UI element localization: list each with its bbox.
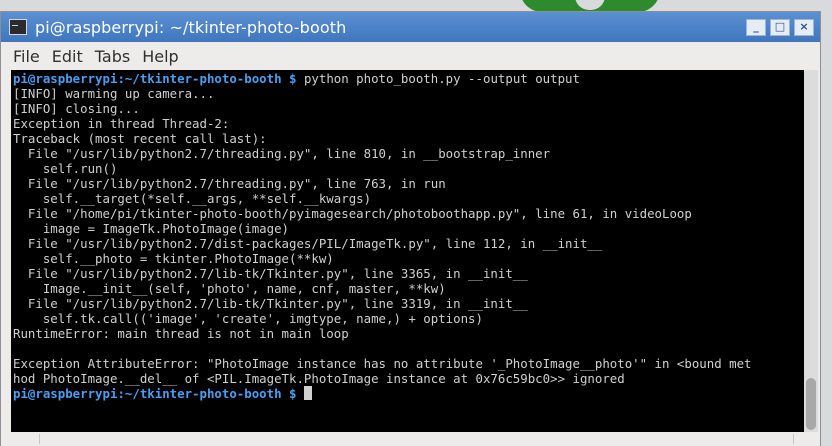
- prompt-user: pi@raspberrypi: [13, 71, 118, 86]
- terminal-line: File "/usr/lib/python2.7/threading.py", …: [13, 146, 551, 161]
- terminal-line: Exception AttributeError: "PhotoImage in…: [13, 356, 752, 371]
- prompt-line-current: pi@raspberrypi:~/tkinter-photo-booth $: [13, 386, 804, 401]
- terminal-line: image = ImageTk.PhotoImage(image): [13, 221, 290, 236]
- terminal-line: Traceback (most recent call last):: [13, 131, 267, 146]
- terminal-line: Exception in thread Thread-2:: [13, 116, 230, 131]
- terminal-line: self.run(): [13, 161, 118, 176]
- terminal-line: File "/usr/lib/python2.7/dist-packages/P…: [13, 236, 603, 251]
- window-controls: _ □ ×: [746, 19, 814, 36]
- terminal-window: pi@raspberrypi: ~/tkinter-photo-booth _ …: [0, 11, 821, 446]
- terminal-line: RuntimeError: main thread is not in main…: [13, 326, 349, 341]
- terminal-line: self.__target(*self.__args, **self.__kwa…: [13, 191, 372, 206]
- menu-bar: File Edit Tabs Help: [1, 42, 820, 70]
- terminal-line: File "/usr/lib/python2.7/lib-tk/Tkinter.…: [13, 266, 528, 281]
- terminal-line: [INFO] warming up camera...: [13, 86, 215, 101]
- prompt-line: pi@raspberrypi:~/tkinter-photo-booth $ p…: [13, 71, 804, 86]
- output-lines: [INFO] warming up camera... [INFO] closin…: [13, 86, 804, 386]
- window-bottom-frame: [1, 432, 820, 446]
- menu-tabs[interactable]: Tabs: [89, 47, 136, 66]
- menu-file[interactable]: File: [7, 47, 46, 66]
- minimize-button[interactable]: _: [746, 19, 766, 36]
- terminal-line: File "/home/pi/tkinter-photo-booth/pyima…: [13, 206, 692, 221]
- terminal-line: Image.__init__(self, 'photo', name, cnf,…: [13, 281, 446, 296]
- prompt-path: :~/tkinter-photo-booth $: [117, 71, 297, 86]
- terminal-line: self.tk.call(('image', 'create', imgtype…: [13, 311, 483, 326]
- terminal-icon: [9, 19, 27, 35]
- maximize-button[interactable]: □: [770, 19, 790, 36]
- prompt-path: :~/tkinter-photo-booth $: [117, 386, 297, 401]
- terminal-line: File "/usr/lib/python2.7/threading.py", …: [13, 176, 446, 191]
- prompt-user: pi@raspberrypi: [13, 386, 118, 401]
- terminal-line: hod PhotoImage.__del__ of <PIL.ImageTk.P…: [13, 371, 625, 386]
- command-text: [296, 386, 303, 401]
- command-text: python photo_booth.py --output output: [296, 71, 580, 86]
- vertical-scrollbar[interactable]: [804, 70, 818, 432]
- frame-divider: [39, 434, 794, 444]
- menu-edit[interactable]: Edit: [46, 47, 89, 66]
- terminal-line: [INFO] closing...: [13, 101, 140, 116]
- title-bar[interactable]: pi@raspberrypi: ~/tkinter-photo-booth _ …: [1, 12, 820, 42]
- terminal-line: File "/usr/lib/python2.7/lib-tk/Tkinter.…: [13, 296, 528, 311]
- scrollbar-thumb[interactable]: [806, 378, 816, 430]
- window-title: pi@raspberrypi: ~/tkinter-photo-booth: [35, 17, 347, 37]
- terminal-output[interactable]: pi@raspberrypi:~/tkinter-photo-booth $ p…: [11, 70, 804, 432]
- menu-help[interactable]: Help: [136, 47, 184, 66]
- text-cursor: [303, 386, 312, 400]
- close-button[interactable]: ×: [794, 19, 814, 36]
- terminal-line: self.__photo = tkinter.PhotoImage(**kw): [13, 251, 334, 266]
